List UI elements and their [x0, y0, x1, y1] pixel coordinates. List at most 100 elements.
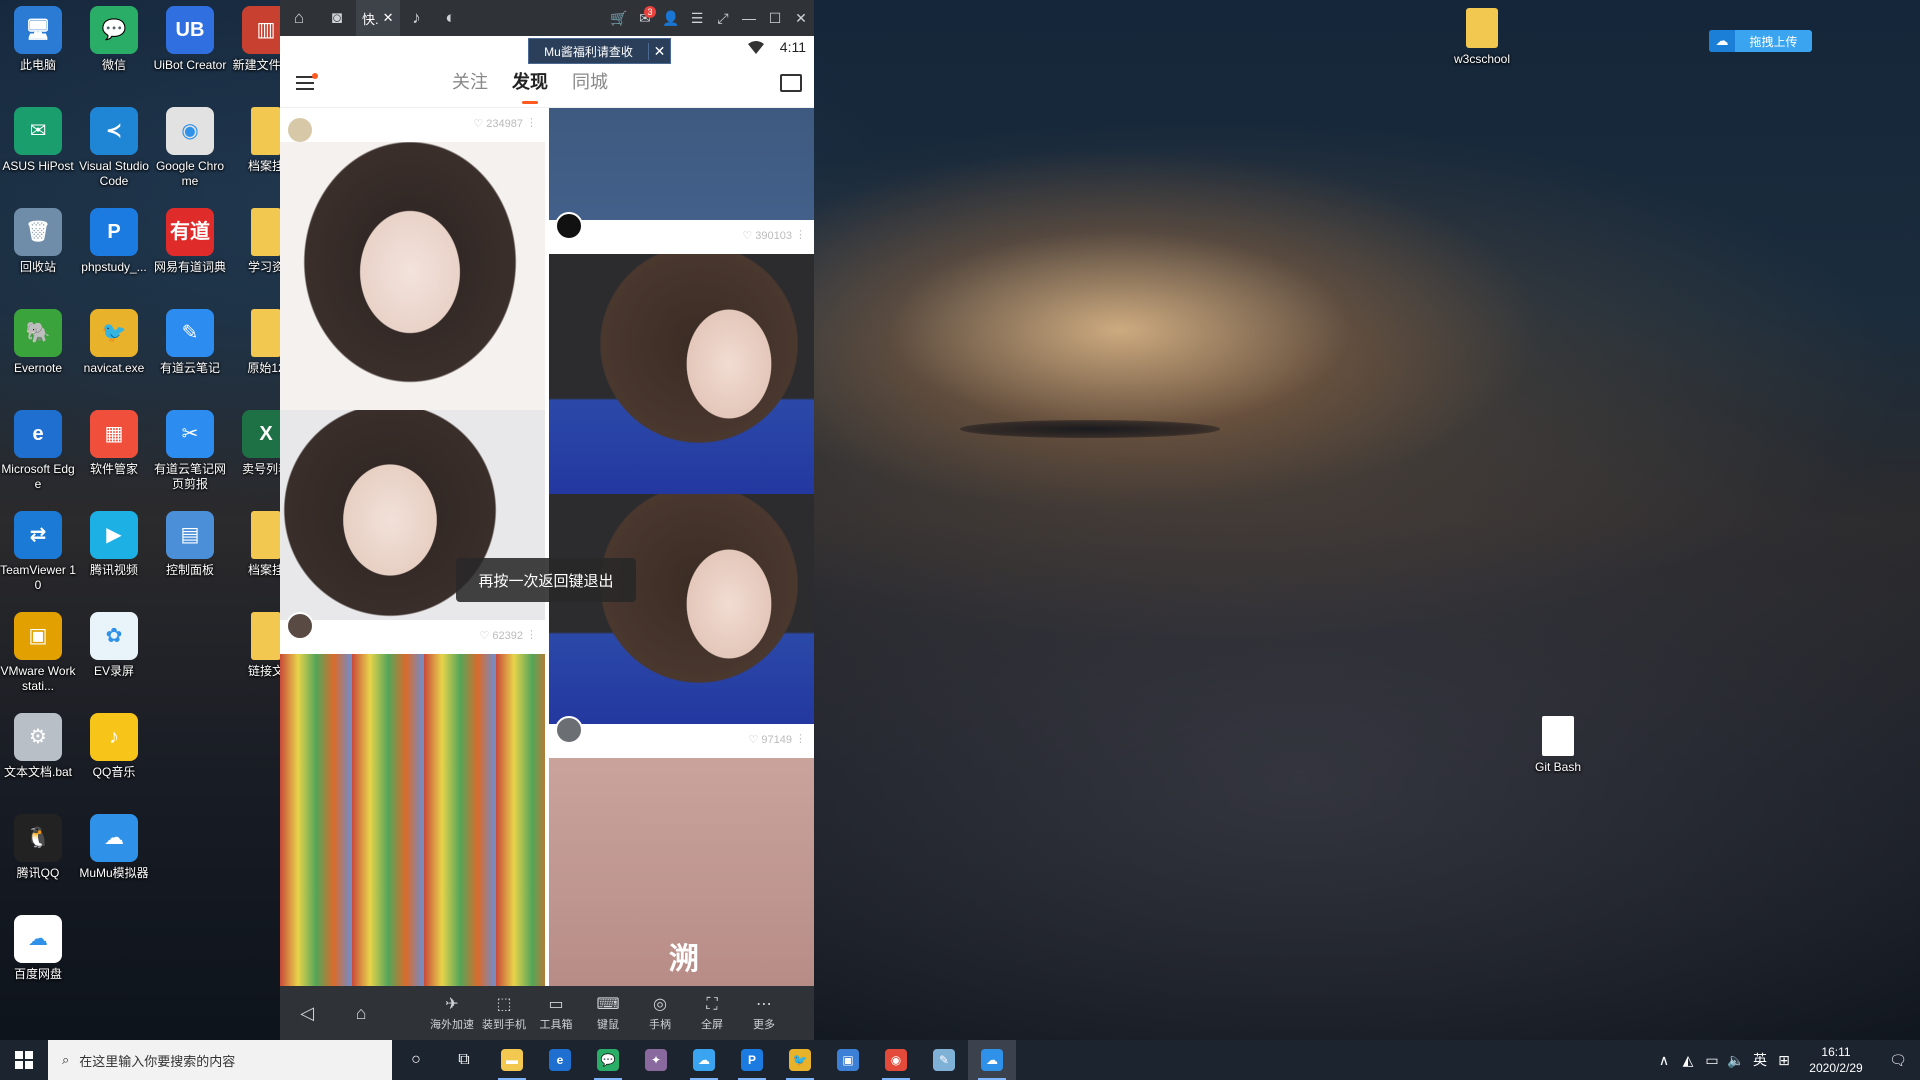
desktop-icon[interactable]: ⚙ 文本文档.bat [0, 713, 76, 780]
desktop-icon[interactable]: ☁ 百度网盘 [0, 915, 76, 982]
feed-thumbnail[interactable] [280, 142, 545, 410]
edge-icon[interactable]: e [536, 1040, 584, 1080]
app-avatar-icon[interactable]: ◐ [434, 0, 468, 36]
more-icon[interactable]: ⋮ [795, 228, 806, 241]
home-icon[interactable]: ⌂ [280, 0, 318, 36]
more-icon[interactable]: ⋮ [526, 116, 537, 129]
toolbar-item-toolbox[interactable]: ▭ 工具箱 [530, 994, 582, 1032]
chrome-icon[interactable]: ◉ [872, 1040, 920, 1080]
file-explorer-icon[interactable]: ▬ [488, 1040, 536, 1080]
chevron-up-icon[interactable]: ∧ [1652, 1052, 1676, 1069]
desktop-icon[interactable]: Pphpstudy_... [76, 208, 152, 275]
desktop-icon[interactable]: ♪ QQ音乐 [76, 713, 152, 780]
app-tab[interactable]: 快. ✕ [356, 0, 400, 36]
start-button[interactable] [0, 1040, 48, 1080]
feed-thumbnail[interactable] [280, 654, 545, 986]
tab-nearby[interactable]: 同城 [572, 68, 608, 100]
desktop-icon[interactable]: 🐧 腾讯QQ [0, 814, 76, 881]
close-window-icon[interactable]: ✕ [788, 0, 814, 36]
window-app-icon[interactable]: ▣ [824, 1040, 872, 1080]
toolbar-item-keyboard[interactable]: ⌨ 键鼠 [582, 994, 634, 1032]
maximize-icon[interactable]: ☐ [762, 0, 788, 36]
home-nav-icon[interactable]: ⌂ [334, 986, 388, 1040]
tiktok-icon[interactable]: ♪ [400, 0, 434, 36]
wechat-icon[interactable]: 💬 [584, 1040, 632, 1080]
feed-thumbnail[interactable]: 溯 [549, 758, 814, 986]
desktop-icon[interactable]: ⇄ TeamViewer 10 [0, 511, 76, 593]
toolbar-item-install-phone[interactable]: ⬚ 装到手机 [478, 994, 530, 1032]
back-icon[interactable]: ◁ [280, 986, 334, 1040]
phpstudy-icon[interactable]: P [728, 1040, 776, 1080]
task-view-icon[interactable]: ⧉ [440, 1040, 488, 1080]
tab-discover[interactable]: 发现 [512, 68, 548, 104]
desktop-icon[interactable]: ▤ 控制面板 [152, 511, 228, 578]
tab-follow[interactable]: 关注 [452, 68, 488, 100]
mail-icon[interactable]: ✉ 3 [632, 0, 658, 36]
feed-thumbnail[interactable] [549, 254, 814, 494]
desktop-icon[interactable]: ✉ ASUS HiPost [0, 107, 76, 174]
baidu-netdisk-icon[interactable]: ☁ [680, 1040, 728, 1080]
more-icon[interactable]: ⋮ [795, 732, 806, 745]
desktop-icon[interactable]: ▶ 腾讯视频 [76, 511, 152, 578]
more-icon[interactable]: ⋮ [526, 628, 537, 641]
vmware-icon: ▣ [14, 612, 62, 660]
desktop-icon[interactable]: ✂ 有道云笔记网页剪报 [152, 410, 228, 492]
desktop-icon[interactable]: ✿ EV录屏 [76, 612, 152, 679]
network-icon[interactable]: ◭ [1676, 1052, 1700, 1069]
toolbar-item-rocket[interactable]: ✈ 海外加速 [426, 994, 478, 1032]
minimize-icon[interactable]: — [736, 0, 762, 36]
desktop-icon[interactable]: 🖥 此电脑 [0, 6, 76, 73]
ime-indicator[interactable]: 英 [1748, 1050, 1772, 1070]
desktop-icon[interactable]: ◉ Google Chrome [152, 107, 228, 189]
desktop-icon-w3cschool[interactable]: w3cschool [1444, 8, 1520, 67]
hamburger-menu-icon[interactable] [296, 73, 318, 93]
screenshot-icon[interactable]: ◙ [318, 0, 356, 36]
volume-icon[interactable]: 🔈 [1724, 1052, 1748, 1069]
clock[interactable]: 16:11 2020/2/29 [1796, 1044, 1876, 1076]
toolbar-item-more[interactable]: ⋯ 更多 [738, 994, 790, 1032]
desktop-icon[interactable]: 有道 网易有道词典 [152, 208, 228, 275]
desktop-icon[interactable]: ▦ 软件管家 [76, 410, 152, 477]
battery-icon[interactable]: ▭ [1700, 1052, 1724, 1069]
user-icon[interactable]: 👤 [658, 0, 684, 36]
cortana-icon[interactable]: ○ [392, 1040, 440, 1080]
desktop-icon[interactable]: ☁ MuMu模拟器 [76, 814, 152, 881]
notepad-icon[interactable]: ✎ [920, 1040, 968, 1080]
avatar[interactable] [286, 116, 314, 144]
keyboard-layout-icon[interactable]: ⊞ [1772, 1052, 1796, 1069]
desktop-icon[interactable]: ≺ Visual Studio Code [76, 107, 152, 189]
desktop-icon[interactable]: 🗑 回收站 [0, 208, 76, 275]
feed-thumbnail[interactable] [549, 494, 814, 724]
promo-tooltip[interactable]: Mu酱福利请查收 ✕ [528, 38, 671, 64]
toolbar-item-gamepad[interactable]: ◎ 手柄 [634, 994, 686, 1032]
shop-cart-icon[interactable]: 🛒 [606, 0, 632, 36]
desktop-icon[interactable]: ✎ 有道云笔记 [152, 309, 228, 376]
close-icon[interactable]: ✕ [383, 10, 394, 26]
desktop-icon[interactable]: 💬 微信 [76, 6, 152, 73]
baidu-upload-widget[interactable]: ☁ 拖拽上传 [1709, 30, 1812, 52]
menu-icon[interactable]: ☰ [684, 0, 710, 36]
cast-icon[interactable] [780, 74, 802, 92]
phpstudy-icon: P [90, 208, 138, 256]
desktop-icon[interactable]: 🐘 Evernote [0, 309, 76, 376]
avatar[interactable] [286, 612, 314, 640]
restore-icon[interactable]: ⤢ [710, 0, 736, 36]
avatar[interactable] [555, 212, 583, 240]
desktop-icon[interactable]: UB UiBot Creator [152, 6, 228, 73]
ev-recorder-icon: ✿ [90, 612, 138, 660]
feed-card-meta: ♡ 390103 ⋮ [549, 212, 814, 254]
folder-icon [251, 612, 281, 660]
notification-icon[interactable]: 🗨 [1876, 1052, 1920, 1069]
navicat-icon[interactable]: 🐦 [776, 1040, 824, 1080]
close-icon[interactable]: ✕ [648, 42, 670, 60]
app-icon[interactable]: ✦ [632, 1040, 680, 1080]
avatar[interactable] [555, 716, 583, 744]
desktop-icon-git-bash[interactable]: Git Bash [1520, 716, 1596, 775]
desktop-icon[interactable]: e Microsoft Edge [0, 410, 76, 492]
search-input[interactable]: ⌕ 在这里输入你要搜索的内容 [48, 1040, 392, 1080]
desktop-icon[interactable]: 🐦 navicat.exe [76, 309, 152, 376]
mumu-emulator-icon[interactable]: ☁ [968, 1040, 1016, 1080]
feed-thumbnail[interactable] [549, 108, 814, 220]
toolbar-item-fullscreen[interactable]: ⛶ 全屏 [686, 994, 738, 1032]
desktop-icon[interactable]: ▣ VMware Workstati... [0, 612, 76, 694]
